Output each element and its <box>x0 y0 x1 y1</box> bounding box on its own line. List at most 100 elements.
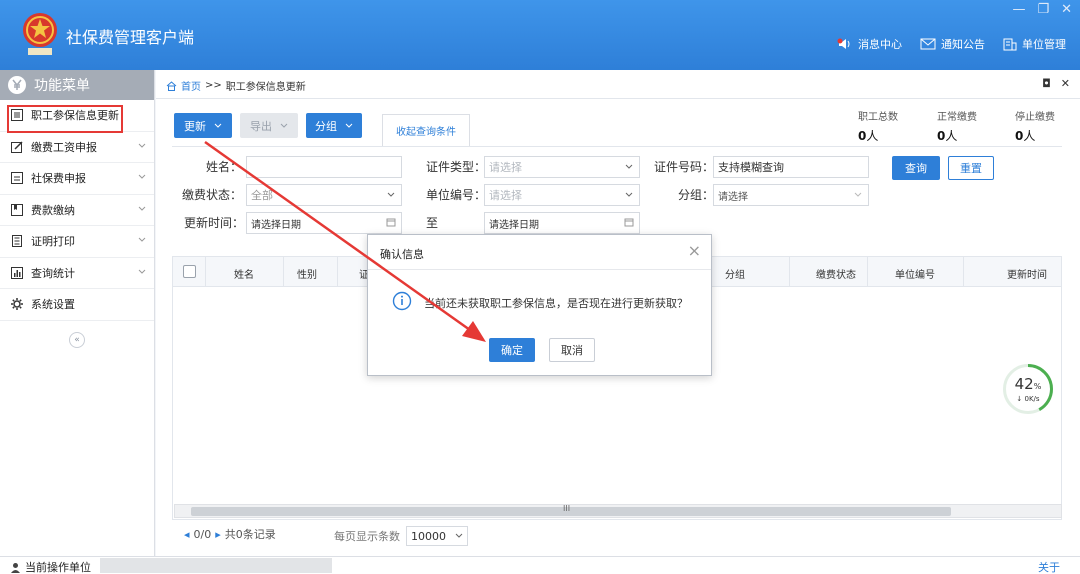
date-from-input[interactable]: 请选择日期 <box>246 212 402 234</box>
bookmark-icon <box>11 203 23 216</box>
date-to-input[interactable]: 请选择日期 <box>484 212 640 234</box>
tab-controls: ◘ ✕ <box>1042 77 1070 90</box>
about-link[interactable]: 关于 <box>1038 559 1060 574</box>
chart-icon <box>11 266 23 279</box>
gauge-speed: ↓ 0K/s <box>1016 395 1040 403</box>
unit-code-select[interactable]: 请选择 <box>484 184 640 206</box>
column-unit-code[interactable]: 单位编号 <box>895 266 935 281</box>
unit-code-label: 单位编号： <box>426 188 487 202</box>
total-records: 共0条记录 <box>224 528 276 541</box>
chevron-down-icon <box>214 123 222 128</box>
page-info: 0/0 <box>193 527 212 541</box>
sidebar-item-label: 缴费工资申报 <box>31 140 97 154</box>
reset-button[interactable]: 重置 <box>948 156 994 180</box>
sidebar-item-system-settings[interactable]: 系统设置 <box>0 289 154 321</box>
horizontal-scrollbar[interactable]: III <box>174 504 1062 518</box>
chevron-down-icon <box>455 533 463 538</box>
prev-page-button[interactable]: ◂ <box>184 528 190 541</box>
confirm-dialog: 确认信息 × 当前还未获取职工参保信息，是否现在进行更新获取？ 确定 取消 <box>367 234 712 376</box>
unit-management-link[interactable]: 单位管理 <box>1003 36 1066 52</box>
column-update-time[interactable]: 更新时间 <box>1007 266 1047 281</box>
sidebar-item-certificate-print[interactable]: 证明打印 <box>0 226 154 258</box>
confirm-button[interactable]: 确定 <box>489 338 535 362</box>
breadcrumb-home-link[interactable]: 首页 <box>181 78 201 93</box>
notice-link[interactable]: 通知公告 <box>920 36 985 52</box>
sidebar-item-label: 系统设置 <box>31 298 75 312</box>
page-size-select[interactable]: 10000 <box>406 526 468 546</box>
chevron-down-icon <box>138 143 146 148</box>
restore-tab-button[interactable]: ◘ <box>1042 77 1051 90</box>
dialog-divider <box>368 269 711 270</box>
column-pay-status[interactable]: 缴费状态 <box>816 266 856 281</box>
stat-value: 0人 <box>1015 129 1036 143</box>
stat-value: 0人 <box>937 129 958 143</box>
close-window-button[interactable]: ✕ <box>1061 2 1072 17</box>
mail-icon <box>920 38 936 50</box>
dialog-close-icon[interactable]: × <box>688 241 701 260</box>
next-page-button[interactable]: ▸ <box>215 528 221 541</box>
column-gender[interactable]: 性别 <box>297 266 317 281</box>
chevron-down-icon <box>138 269 146 274</box>
gear-icon <box>11 298 23 311</box>
stat-label: 职工总数 <box>858 112 898 123</box>
chevron-down-icon <box>138 174 146 179</box>
user-icon <box>11 562 20 573</box>
current-unit: 当前操作单位 <box>10 559 91 574</box>
column-name[interactable]: 姓名 <box>234 266 254 281</box>
collapse-sidebar-button[interactable]: « <box>69 332 85 348</box>
update-button-label: 更新 <box>184 119 206 133</box>
minimize-button[interactable]: — <box>1012 2 1025 17</box>
stat-stopped-payment: 停止缴费 0人 <box>1015 108 1055 144</box>
title-bar: 社保费管理客户端 — ❐ ✕ 消息中心 通知公告 单位管理 <box>0 0 1080 70</box>
cancel-button[interactable]: 取消 <box>549 338 595 362</box>
page-size-control: 每页显示条数 10000 <box>334 526 468 546</box>
breadcrumb-current: 职工参保信息更新 <box>225 82 306 93</box>
column-group[interactable]: 分组 <box>725 266 745 281</box>
select-all-checkbox[interactable] <box>183 265 196 278</box>
pager: ◂ 0/0 ▸ 共0条记录 <box>184 526 276 542</box>
update-button[interactable]: 更新 <box>174 113 232 138</box>
chevron-down-icon <box>138 237 146 242</box>
chevron-down-icon <box>625 164 633 169</box>
dialog-message: 当前还未获取职工参保信息，是否现在进行更新获取？ <box>424 297 688 310</box>
id-number-input[interactable]: 支持模糊查询 <box>713 156 869 178</box>
chevron-down-icon <box>138 206 146 211</box>
app-title: 社保费管理客户端 <box>66 28 195 47</box>
breadcrumb-separator: >> <box>205 80 222 91</box>
query-button[interactable]: 查询 <box>892 156 940 180</box>
group-filter-label: 分组： <box>678 188 715 202</box>
restore-button[interactable]: ❐ <box>1037 2 1049 17</box>
message-center-link[interactable]: 消息中心 <box>837 36 902 52</box>
export-button-label: 导出 <box>250 119 272 133</box>
building-icon <box>1003 38 1017 51</box>
stat-value: 0人 <box>858 129 879 143</box>
stat-total-employees: 职工总数 0人 <box>858 108 898 144</box>
unit-management-label: 单位管理 <box>1022 38 1066 51</box>
group-filter-select[interactable]: 请选择 <box>713 184 869 206</box>
scrollbar-thumb[interactable]: III <box>191 504 951 516</box>
sidebar-item-wage-declaration[interactable]: 缴费工资申报 <box>0 132 154 163</box>
stat-normal-payment: 正常缴费 0人 <box>937 108 977 144</box>
pay-status-select[interactable]: 全部 <box>246 184 402 206</box>
collapse-filters-tab[interactable]: 收起查询条件 <box>382 114 470 146</box>
calendar-icon <box>386 218 396 227</box>
sidebar-item-social-fee-declaration[interactable]: 社保费申报 <box>0 163 154 195</box>
status-bar: 当前操作单位 关于 <box>0 556 1080 574</box>
sidebar-item-label: 查询统计 <box>31 266 75 280</box>
highlight-box <box>7 105 123 133</box>
export-button[interactable]: 导出 <box>240 113 298 138</box>
page-size-label: 每页显示条数 <box>334 530 400 543</box>
document-icon <box>12 235 22 248</box>
network-speed-gauge[interactable]: 42% ↓ 0K/s <box>1003 364 1053 414</box>
chevron-down-icon <box>625 192 633 197</box>
sidebar-item-label: 社保费申报 <box>31 172 86 186</box>
chevron-down-icon <box>345 123 353 128</box>
to-label: 至 <box>426 216 439 230</box>
group-button[interactable]: 分组 <box>306 113 362 138</box>
sidebar-item-query-statistics[interactable]: 查询统计 <box>0 258 154 289</box>
name-input[interactable] <box>246 156 402 178</box>
close-tab-button[interactable]: ✕ <box>1061 77 1070 90</box>
sidebar-item-fee-payment[interactable]: 费款缴纳 <box>0 195 154 226</box>
sidebar-item-label: 费款缴纳 <box>31 203 75 217</box>
id-type-select[interactable]: 请选择 <box>484 156 640 178</box>
